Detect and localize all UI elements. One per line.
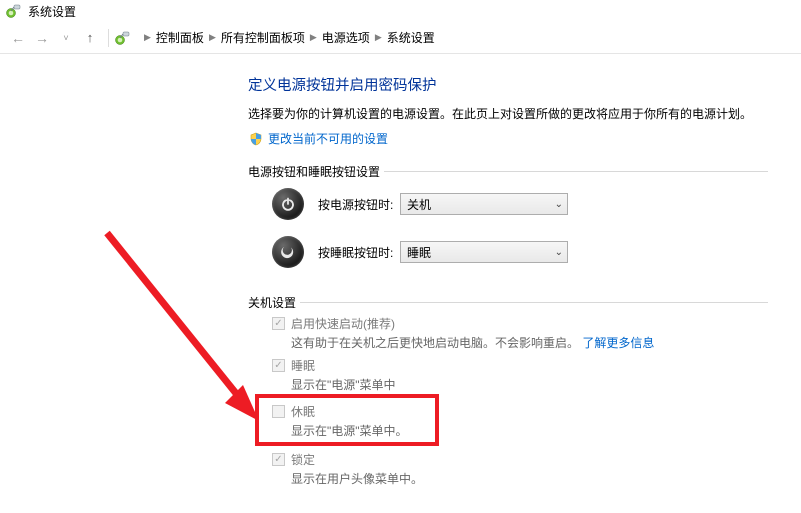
sleep-button-select[interactable]: 睡眠 ⌄ (400, 241, 568, 263)
fast-startup-option: ✓ 启用快速启动(推荐) 这有助于在关机之后更快地启动电脑。不会影响重启。 了解… (272, 315, 768, 351)
hibernate-label: 休眠 (291, 403, 315, 420)
sleep-button-row: 按睡眠按钮时: 睡眠 ⌄ (248, 228, 768, 276)
power-button-label: 按电源按钮时: (318, 196, 400, 213)
sleep-button-label: 按睡眠按钮时: (318, 244, 400, 261)
sleep-label: 睡眠 (291, 357, 315, 374)
change-unavailable-row: 更改当前不可用的设置 (248, 130, 801, 147)
sleep-checkbox[interactable]: ✓ (272, 359, 285, 372)
lock-desc: 显示在用户头像菜单中。 (291, 470, 768, 487)
lock-checkbox[interactable]: ✓ (272, 453, 285, 466)
lock-label: 锁定 (291, 451, 315, 468)
sleep-option: ✓ 睡眠 显示在"电源"菜单中 (272, 357, 768, 393)
chevron-right-icon[interactable]: ▶ (375, 32, 382, 43)
shutdown-list: ✓ 启用快速启动(推荐) 这有助于在关机之后更快地启动电脑。不会影响重启。 了解… (248, 311, 768, 487)
hibernate-desc: 显示在"电源"菜单中。 (291, 422, 768, 439)
divider (108, 29, 109, 47)
fast-startup-checkbox[interactable]: ✓ (272, 317, 285, 330)
page-heading: 定义电源按钮并启用密码保护 (248, 74, 801, 95)
power-button-select[interactable]: 关机 ⌄ (400, 193, 568, 215)
learn-more-link[interactable]: 了解更多信息 (582, 336, 654, 350)
chevron-right-icon[interactable]: ▶ (310, 32, 317, 43)
shutdown-legend: 关机设置 (248, 294, 300, 311)
hibernate-option: ✓ 休眠 显示在"电源"菜单中。 (272, 403, 768, 439)
fast-startup-desc-text: 这有助于在关机之后更快地启动电脑。不会影响重启。 (291, 336, 579, 350)
power-sleep-legend: 电源按钮和睡眠按钮设置 (248, 163, 384, 180)
sleep-button-value: 睡眠 (407, 244, 431, 261)
lock-option: ✓ 锁定 显示在用户头像菜单中。 (272, 451, 768, 487)
sleep-icon (272, 236, 304, 268)
nav-back-icon[interactable]: ← (8, 28, 28, 48)
chevron-down-icon: ⌄ (555, 199, 563, 210)
page-subtext: 选择要为你的计算机设置的电源设置。在此页上对设置所做的更改将应用于你所有的电源计… (248, 105, 801, 122)
sleep-desc: 显示在"电源"菜单中 (291, 376, 768, 393)
chevron-right-icon[interactable]: ▶ (209, 32, 216, 43)
breadcrumb-item[interactable]: 电源选项 (322, 29, 370, 46)
power-options-icon (6, 3, 22, 19)
breadcrumb: ▶ 控制面板 ▶ 所有控制面板项 ▶ 电源选项 ▶ 系统设置 (115, 29, 435, 46)
power-sleep-fieldset: 电源按钮和睡眠按钮设置 按电源按钮时: 关机 ⌄ 按睡眠按钮时: (248, 163, 768, 276)
shutdown-fieldset: 关机设置 ✓ 启用快速启动(推荐) 这有助于在关机之后更快地启动电脑。不会影响重… (248, 294, 768, 493)
power-button-row: 按电源按钮时: 关机 ⌄ (248, 180, 768, 228)
title-bar: 系统设置 (0, 0, 801, 22)
breadcrumb-item[interactable]: 控制面板 (156, 29, 204, 46)
nav-forward-icon[interactable]: → (32, 28, 52, 48)
content: 定义电源按钮并启用密码保护 选择要为你的计算机设置的电源设置。在此页上对设置所做… (0, 54, 801, 493)
nav-bar: ← → ˅ ↑ ▶ 控制面板 ▶ 所有控制面板项 ▶ 电源选项 ▶ 系统设置 (0, 22, 801, 54)
shield-icon (248, 131, 264, 147)
breadcrumb-item[interactable]: 系统设置 (387, 29, 435, 46)
chevron-right-icon[interactable]: ▶ (144, 32, 151, 43)
chevron-down-icon: ⌄ (555, 247, 563, 258)
hibernate-checkbox[interactable]: ✓ (272, 405, 285, 418)
fast-startup-desc: 这有助于在关机之后更快地启动电脑。不会影响重启。 了解更多信息 (291, 334, 768, 351)
nav-recent-icon[interactable]: ˅ (56, 28, 76, 48)
window-title: 系统设置 (28, 3, 76, 20)
change-unavailable-link[interactable]: 更改当前不可用的设置 (268, 130, 388, 147)
power-icon (272, 188, 304, 220)
power-options-icon (115, 30, 131, 46)
nav-up-icon[interactable]: ↑ (80, 28, 100, 48)
fast-startup-label: 启用快速启动(推荐) (291, 315, 395, 332)
power-button-value: 关机 (407, 196, 431, 213)
breadcrumb-item[interactable]: 所有控制面板项 (221, 29, 305, 46)
